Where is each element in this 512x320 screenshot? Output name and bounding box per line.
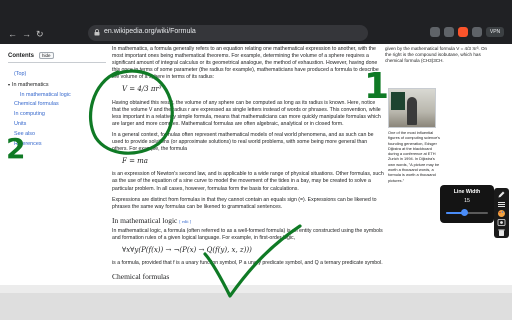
toc-item-label: (Top) [14, 71, 27, 77]
pen-icon[interactable] [497, 190, 506, 199]
reload-icon[interactable]: ↻ [36, 29, 44, 39]
paragraph-context: In a general context, formulas often rep… [112, 131, 374, 153]
formula-logic: ∀x∀y(P(f(x)) → ¬(P(x) → Q(f(y), x, z))) [122, 246, 252, 255]
line-width-slider[interactable] [446, 209, 488, 216]
toc-item-label: In mathematics [12, 81, 49, 88]
toc-item-see-also[interactable]: See also [8, 130, 106, 140]
palette-icon[interactable] [497, 209, 506, 218]
extension-icon[interactable] [472, 27, 482, 37]
paragraph-intro: In mathematics, a formula generally refe… [112, 46, 379, 81]
toc-item-label: In mathematical logic [20, 91, 71, 98]
trash-icon[interactable] [497, 228, 506, 237]
bottom-bar [0, 293, 512, 320]
toc-list: (Top) ▾ In mathematics In mathematical logi… [8, 70, 106, 149]
lock-icon [94, 29, 100, 36]
vpn-icon[interactable]: VPN [486, 27, 504, 37]
line-width-title: Line Width [453, 189, 481, 195]
toc-item-label: In computing [14, 111, 45, 118]
photo-caption: One of the most influential figures of c… [388, 130, 440, 183]
toc-item-in-computing[interactable]: In computing [8, 110, 106, 120]
toc-item-top[interactable]: (Top) [8, 70, 106, 80]
toc-item-in-mathematics[interactable]: ▾ In mathematics [8, 80, 106, 91]
section-heading-chemical: Chemical formulas [112, 272, 170, 282]
blackboard [391, 92, 405, 110]
toc-hide-button[interactable]: hide [39, 52, 54, 59]
toc-item-units[interactable]: Units [8, 120, 106, 130]
paragraph-newton: is an expression of Newton's second law,… [112, 171, 384, 192]
formula-sphere-volume: V = 4/3 πr³ [122, 85, 162, 94]
address-bar[interactable]: en.wikipedia.org/wiki/Formula [88, 25, 368, 41]
toc-item-references[interactable]: References [8, 140, 106, 150]
toc-item-in-mathematical-logic[interactable]: In mathematical logic [8, 91, 106, 101]
page-footer-lane [0, 285, 512, 293]
toc-item-label: Units [14, 120, 27, 127]
url-text: en.wikipedia.org/wiki/Formula [104, 28, 196, 35]
article-body: In mathematics, a formula generally refe… [112, 46, 384, 283]
toc-item-label: References [14, 140, 42, 147]
infobox-text: given by the mathematical formula V = 4/… [385, 46, 488, 63]
line-width-slider-thumb[interactable] [461, 209, 469, 216]
chevron-down-icon[interactable]: ▾ [8, 80, 10, 90]
paragraph-notation: Having obtained this result, the volume … [112, 99, 381, 127]
forward-icon[interactable]: → [22, 29, 31, 39]
toc-item-label: See also [14, 130, 35, 137]
table-of-contents: Contents hide (Top) ▾ In mathematics In mat… [8, 52, 106, 149]
brave-shield-icon[interactable] [458, 27, 468, 37]
share-icon[interactable] [430, 27, 440, 37]
line-width-value: 15 [464, 198, 470, 204]
stroke-width-icon[interactable] [497, 218, 506, 227]
section-title: In mathematical logic [112, 215, 178, 225]
toc-item-chemical-formulas[interactable]: Chemical formulas [8, 100, 106, 110]
menu-icon[interactable] [497, 200, 506, 209]
line-width-panel: Line Width 15 [440, 185, 494, 223]
toc-item-label: Chemical formulas [14, 101, 59, 108]
dijkstra-photo[interactable] [388, 88, 436, 128]
toc-title: Contents [8, 52, 34, 59]
back-icon[interactable]: ← [8, 29, 17, 39]
person-figure [407, 97, 417, 125]
browser-toolbar: ← → ↻ en.wikipedia.org/wiki/Formula VPN [0, 0, 512, 44]
paragraph-expressions: Expressions are distinct from formulas i… [112, 196, 377, 210]
paragraph-logic: In mathematical logic, a formula (often … [112, 227, 383, 241]
paragraph-logic-2: is a formula, provided that f is a unary… [112, 260, 383, 267]
formula-newton: F = ma [122, 157, 148, 166]
section-edit-link[interactable]: [ edit ] [179, 219, 191, 224]
section-heading-logic: In mathematical logic [ edit ] [112, 217, 384, 225]
bookmark-icon[interactable] [444, 27, 454, 37]
drawing-toolbar [494, 188, 509, 238]
